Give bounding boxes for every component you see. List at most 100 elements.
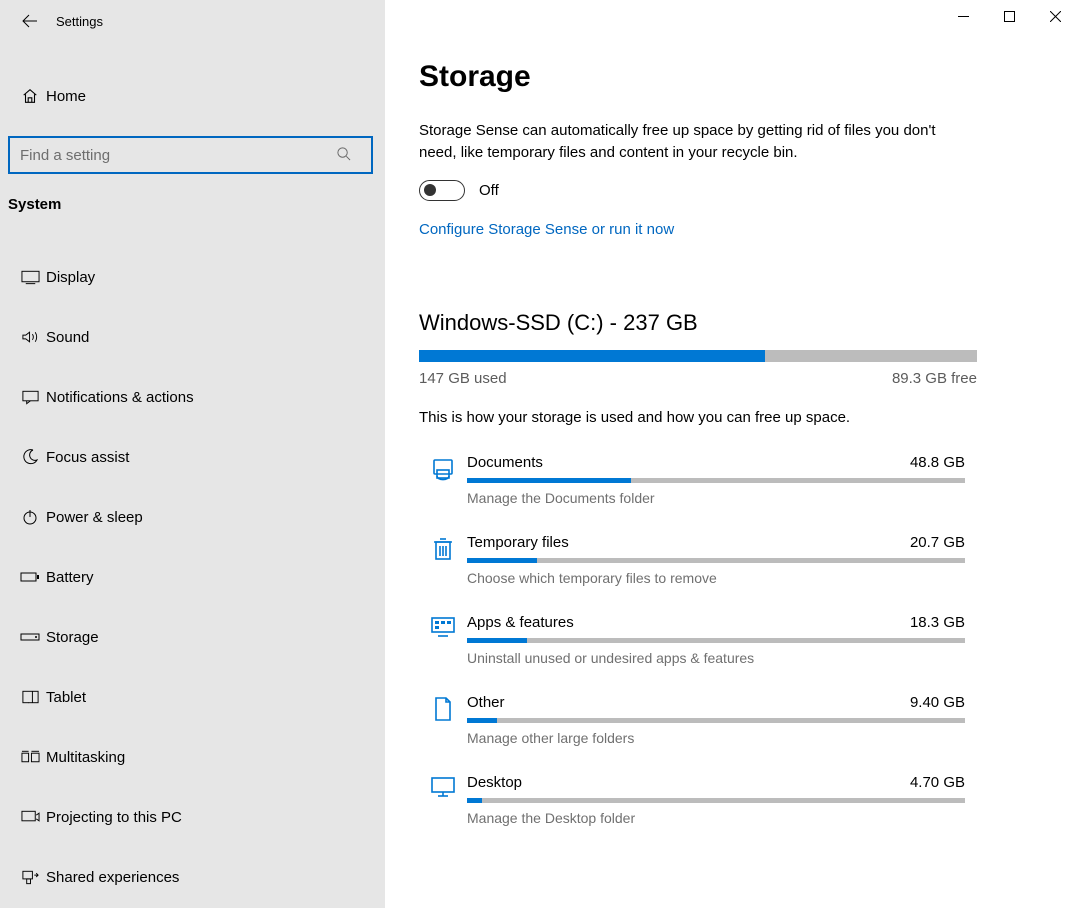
- search-container: [8, 136, 373, 174]
- multitasking-icon: [16, 749, 44, 765]
- category-fill: [467, 638, 527, 643]
- drive-stats: 147 GB used 89.3 GB free: [419, 370, 977, 387]
- category-icon: [419, 694, 467, 722]
- search-icon: [336, 146, 351, 161]
- sidebar-item-label: Power & sleep: [46, 509, 143, 526]
- sidebar-item-label: Shared experiences: [46, 869, 179, 886]
- close-button[interactable]: [1032, 0, 1078, 32]
- page-title: Storage: [419, 60, 1044, 94]
- battery-icon: [16, 571, 44, 583]
- maximize-icon: [1004, 11, 1015, 22]
- app-title: Settings: [50, 14, 103, 29]
- sidebar-item-power-sleep[interactable]: Power & sleep: [0, 487, 385, 547]
- main-content: Storage Storage Sense can automatically …: [385, 0, 1078, 908]
- drive-free-label: 89.3 GB free: [892, 370, 977, 387]
- category-item[interactable]: Desktop4.70 GBManage the Desktop folder: [419, 774, 1044, 826]
- category-name: Desktop: [467, 774, 522, 791]
- toggle-state-label: Off: [479, 182, 499, 199]
- category-bar: [467, 478, 965, 483]
- category-desc: Manage other large folders: [467, 730, 1044, 746]
- storage-how-text: This is how your storage is used and how…: [419, 409, 1044, 426]
- sidebar-item-display[interactable]: Display: [0, 247, 385, 307]
- category-icon: [419, 534, 467, 562]
- minimize-button[interactable]: [940, 0, 986, 32]
- category-size: 9.40 GB: [910, 694, 965, 711]
- category-desc: Uninstall unused or undesired apps & fea…: [467, 650, 1044, 666]
- storage-icon: [16, 632, 44, 642]
- sidebar-item-storage[interactable]: Storage: [0, 607, 385, 667]
- category-name: Apps & features: [467, 614, 574, 631]
- sidebar-item-projecting[interactable]: Projecting to this PC: [0, 787, 385, 847]
- sidebar-item-multitasking[interactable]: Multitasking: [0, 727, 385, 787]
- shared-experiences-icon: [16, 869, 44, 885]
- sidebar: Settings Home System Display Sound Notif…: [0, 0, 385, 908]
- sidebar-item-battery[interactable]: Battery: [0, 547, 385, 607]
- drive-usage-bar: [419, 350, 977, 362]
- search-input[interactable]: [8, 136, 373, 174]
- configure-storage-sense-link[interactable]: Configure Storage Sense or run it now: [419, 221, 1044, 238]
- category-name: Documents: [467, 454, 543, 471]
- sidebar-item-label: Projecting to this PC: [46, 809, 182, 826]
- category-fill: [467, 558, 537, 563]
- drive-title: Windows-SSD (C:) - 237 GB: [419, 310, 1044, 336]
- category-bar: [467, 798, 965, 803]
- storage-sense-description: Storage Sense can automatically free up …: [419, 120, 959, 164]
- sidebar-item-focus-assist[interactable]: Focus assist: [0, 427, 385, 487]
- sidebar-item-sound[interactable]: Sound: [0, 307, 385, 367]
- home-icon: [16, 87, 44, 105]
- sidebar-home-label: Home: [46, 88, 86, 105]
- category-fill: [467, 718, 497, 723]
- sidebar-item-label: Sound: [46, 329, 89, 346]
- category-icon: [419, 774, 467, 798]
- sidebar-item-shared-experiences[interactable]: Shared experiences: [0, 847, 385, 907]
- sidebar-item-notifications[interactable]: Notifications & actions: [0, 367, 385, 427]
- titlebar: Settings: [0, 0, 385, 42]
- sidebar-item-label: Focus assist: [46, 449, 129, 466]
- category-fill: [467, 798, 482, 803]
- notifications-icon: [16, 389, 44, 405]
- category-desc: Manage the Desktop folder: [467, 810, 1044, 826]
- category-item[interactable]: Temporary files 20.7 GB Choose which tempo…: [419, 534, 1044, 586]
- category-item[interactable]: Documents 48.8 GB Manage the Documents fol…: [419, 454, 1044, 506]
- back-button[interactable]: [10, 0, 50, 42]
- sidebar-item-label: Notifications & actions: [46, 389, 194, 406]
- maximize-button[interactable]: [986, 0, 1032, 32]
- sidebar-item-label: Display: [46, 269, 95, 286]
- power-icon: [16, 508, 44, 526]
- category-name: Other: [467, 694, 505, 711]
- sidebar-item-label: Storage: [46, 629, 99, 646]
- category-size: 20.7 GB: [910, 534, 965, 551]
- sidebar-item-label: Battery: [46, 569, 94, 586]
- category-item[interactable]: Apps & features 18.3 GB Uninstall unused o…: [419, 614, 1044, 666]
- category-icon: [419, 454, 467, 482]
- window-controls: [940, 0, 1078, 32]
- category-fill: [467, 478, 631, 483]
- sidebar-section-label: System: [0, 178, 385, 219]
- category-bar: [467, 718, 965, 723]
- sidebar-item-label: Tablet: [46, 689, 86, 706]
- category-list: Documents 48.8 GB Manage the Documents fol…: [419, 454, 1044, 826]
- sidebar-item-label: Multitasking: [46, 749, 125, 766]
- close-icon: [1050, 11, 1061, 22]
- category-desc: Manage the Documents folder: [467, 490, 1044, 506]
- storage-sense-toggle[interactable]: [419, 180, 465, 201]
- category-name: Temporary files: [467, 534, 569, 551]
- moon-icon: [16, 448, 44, 466]
- sidebar-home[interactable]: Home: [0, 66, 385, 126]
- category-desc: Choose which temporary files to remove: [467, 570, 1044, 586]
- category-size: 48.8 GB: [910, 454, 965, 471]
- category-item[interactable]: Other 9.40 GB Manage other large folders: [419, 694, 1044, 746]
- category-icon: [419, 614, 467, 638]
- sidebar-nav: Display Sound Notifications & actions Fo…: [0, 247, 385, 907]
- category-bar: [467, 638, 965, 643]
- minimize-icon: [958, 11, 969, 22]
- sidebar-item-tablet[interactable]: Tablet: [0, 667, 385, 727]
- category-bar: [467, 558, 965, 563]
- storage-sense-toggle-row: Off: [419, 180, 1044, 201]
- display-icon: [16, 269, 44, 285]
- category-size: 18.3 GB: [910, 614, 965, 631]
- arrow-left-icon: [22, 13, 38, 29]
- drive-usage-fill: [419, 350, 765, 362]
- drive-used-label: 147 GB used: [419, 370, 507, 387]
- projecting-icon: [16, 809, 44, 825]
